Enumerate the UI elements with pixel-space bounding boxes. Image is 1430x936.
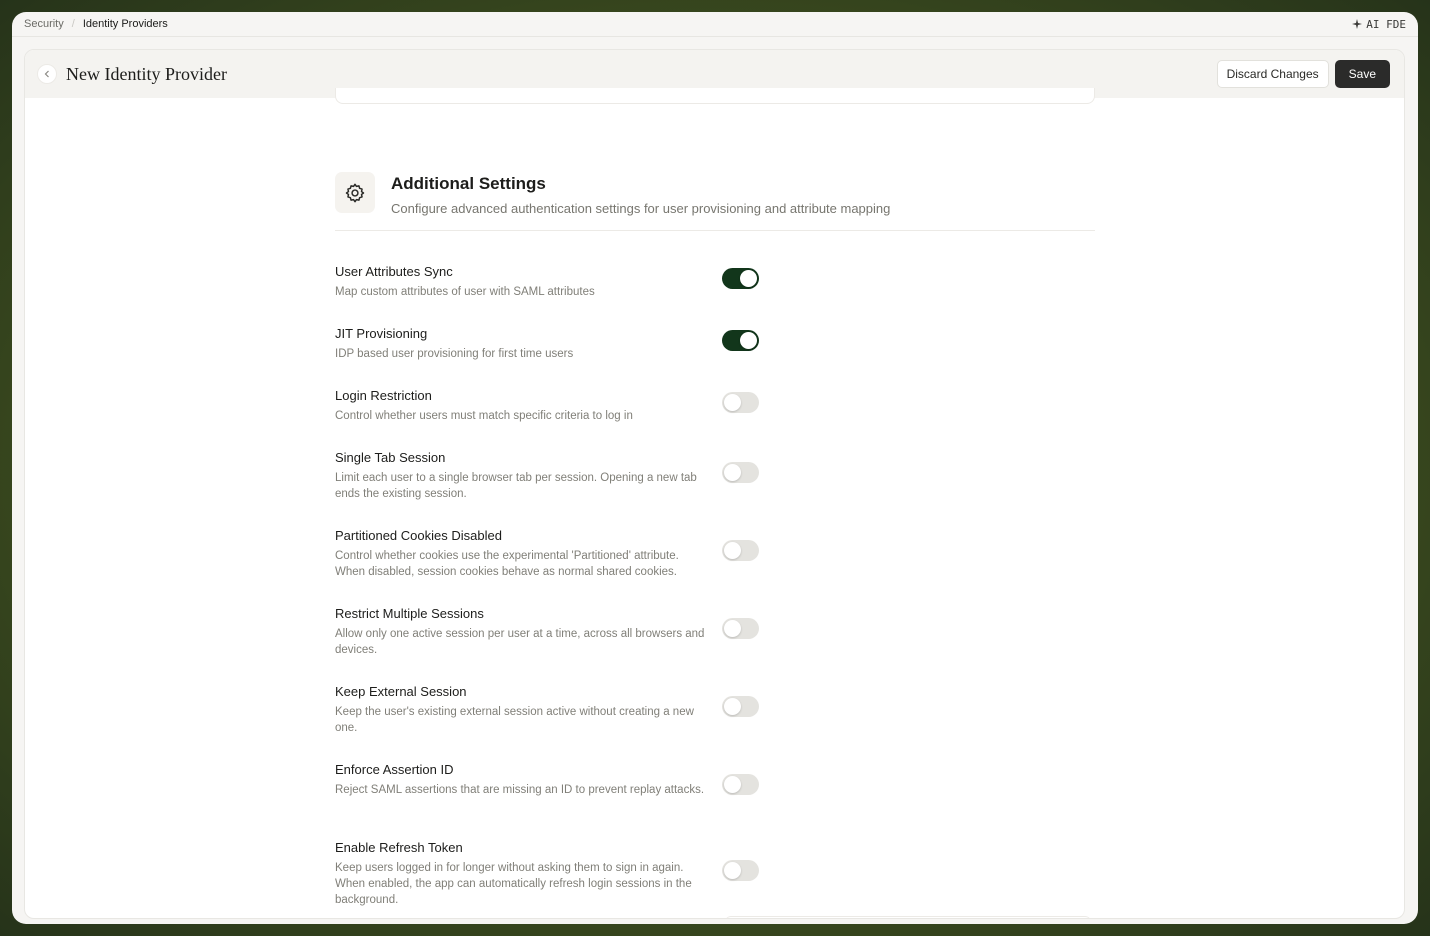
top-bar: Security / Identity Providers AI FDE [12, 12, 1418, 36]
discard-changes-button[interactable]: Discard Changes [1216, 60, 1329, 88]
section-title: Additional Settings [391, 174, 546, 193]
gear-icon [345, 183, 365, 202]
section-icon-box [335, 172, 375, 213]
back-button[interactable] [37, 64, 57, 84]
next-card-edge [725, 916, 1091, 918]
additional-settings-section: Additional Settings Configure advanced a… [335, 172, 1095, 231]
setting-title: Partitioned Cookies Disabled [335, 528, 502, 543]
breadcrumb-separator: / [71, 18, 75, 30]
user-attributes-sync-toggle[interactable] [722, 268, 759, 289]
toggle-knob [724, 620, 741, 637]
toggle-knob [740, 270, 757, 287]
section-text: Additional Settings Configure advanced a… [391, 172, 890, 216]
page-title: New Identity Provider [66, 63, 227, 84]
ai-fde-button[interactable]: AI FDE [1352, 18, 1406, 31]
setting-title: Restrict Multiple Sessions [335, 606, 484, 621]
setting-enable-refresh-token: Enable Refresh Token Keep users logged i… [335, 840, 775, 908]
setting-description: Control whether users must match specifi… [335, 410, 633, 422]
setting-title: JIT Provisioning [335, 326, 428, 341]
setting-description: Control whether cookies use the experime… [335, 550, 679, 578]
setting-user-attributes-sync: User Attributes Sync Map custom attribut… [335, 264, 775, 300]
setting-title: User Attributes Sync [335, 264, 453, 279]
breadcrumb-item-security[interactable]: Security [24, 18, 64, 30]
jit-provisioning-toggle[interactable] [722, 330, 759, 351]
setting-description: Map custom attributes of user with SAML … [335, 286, 595, 298]
setting-title: Single Tab Session [335, 450, 446, 465]
identity-provider-panel: New Identity Provider Discard Changes Sa… [24, 49, 1405, 919]
setting-description: Allow only one active session per user a… [335, 628, 705, 656]
setting-partitioned-cookies-disabled: Partitioned Cookies Disabled Control whe… [335, 528, 775, 580]
section-header: Additional Settings Configure advanced a… [335, 172, 1095, 231]
toggle-knob [724, 862, 741, 879]
sparkle-icon [1352, 19, 1363, 29]
toggle-knob [724, 464, 741, 481]
setting-title: Keep External Session [335, 684, 467, 699]
toggle-knob [724, 542, 741, 559]
toggle-knob [740, 332, 757, 349]
save-button[interactable]: Save [1334, 60, 1390, 88]
setting-enforce-assertion-id: Enforce Assertion ID Reject SAML asserti… [335, 762, 775, 798]
restrict-multiple-sessions-toggle[interactable] [722, 618, 759, 639]
setting-title: Enable Refresh Token [335, 840, 463, 855]
setting-description: Keep users logged in for longer without … [335, 862, 692, 906]
setting-description: Reject SAML assertions that are missing … [335, 784, 705, 796]
partitioned-cookies-disabled-toggle[interactable] [722, 540, 759, 561]
setting-description: Limit each user to a single browser tab … [335, 472, 697, 500]
breadcrumb: Security / Identity Providers [24, 18, 168, 30]
enforce-assertion-id-toggle[interactable] [722, 774, 759, 795]
setting-title: Enforce Assertion ID [335, 762, 454, 777]
header-actions: Discard Changes Save [1216, 60, 1390, 88]
toggle-knob [724, 394, 741, 411]
ai-fde-label: AI FDE [1366, 17, 1406, 31]
setting-keep-external-session: Keep External Session Keep the user's ex… [335, 684, 775, 736]
section-subtitle: Configure advanced authentication settin… [391, 201, 891, 216]
enable-refresh-token-toggle[interactable] [722, 860, 759, 881]
breadcrumb-item-identity-providers[interactable]: Identity Providers [83, 18, 168, 30]
toggle-knob [724, 776, 741, 793]
setting-description: Keep the user's existing external sessio… [335, 706, 694, 734]
setting-single-tab-session: Single Tab Session Limit each user to a … [335, 450, 775, 502]
app-window: Security / Identity Providers AI FDE New… [12, 12, 1418, 924]
chevron-left-icon [44, 70, 49, 78]
keep-external-session-toggle[interactable] [722, 696, 759, 717]
previous-card-edge [335, 88, 1095, 104]
toggle-knob [724, 698, 741, 715]
setting-title: Login Restriction [335, 388, 432, 403]
setting-description: IDP based user provisioning for first ti… [335, 348, 574, 360]
single-tab-session-toggle[interactable] [722, 462, 759, 483]
setting-login-restriction: Login Restriction Control whether users … [335, 388, 775, 424]
setting-jit-provisioning: JIT Provisioning IDP based user provisio… [335, 326, 775, 362]
divider [12, 36, 1418, 37]
login-restriction-toggle[interactable] [722, 392, 759, 413]
setting-restrict-multiple-sessions: Restrict Multiple Sessions Allow only on… [335, 606, 775, 658]
